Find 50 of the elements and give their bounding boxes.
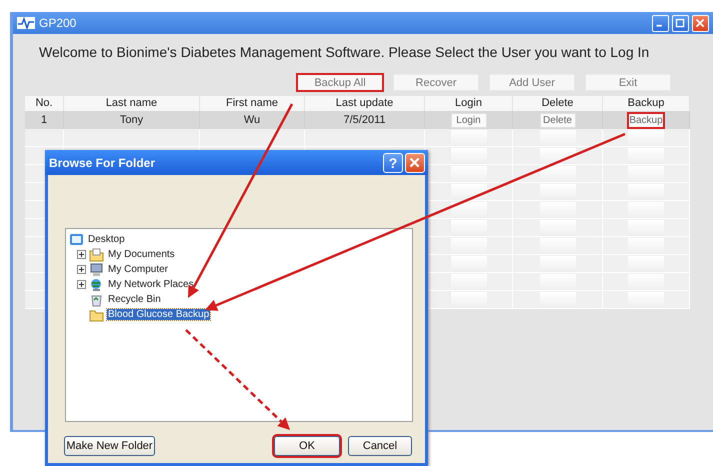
toolbar-button[interactable]: Backup All	[297, 74, 383, 91]
toolbar-button[interactable]: Recover	[393, 74, 479, 91]
row-button[interactable]: Delete	[540, 112, 576, 128]
table-cell: 1	[25, 111, 64, 129]
maximize-button[interactable]	[672, 14, 689, 32]
dialog-button[interactable]: OK	[274, 436, 340, 456]
app-icon	[17, 17, 35, 29]
table-cell: Tony	[64, 111, 200, 129]
welcome-text: Welcome to Bionime's Diabetes Management Software. Please Select the User you want to Log In	[39, 44, 650, 62]
expand-icon[interactable]	[77, 250, 86, 259]
blank-button[interactable]	[450, 184, 486, 199]
expand-icon[interactable]	[77, 265, 86, 274]
toolbar-button[interactable]: Exit	[585, 74, 671, 91]
table-cell	[25, 129, 64, 147]
recycle-bin-icon	[89, 292, 104, 306]
column-header: Backup	[603, 96, 690, 111]
window-title: GP200	[39, 16, 76, 30]
tree-item[interactable]: My Computer	[107, 264, 170, 275]
close-button[interactable]	[405, 152, 425, 172]
table-cell: Wu	[200, 111, 305, 129]
dialog-title: Browse For Folder	[49, 156, 156, 170]
minimize-button[interactable]	[652, 14, 669, 32]
table-cell: 7/5/2011	[305, 111, 425, 129]
dialog-button[interactable]: Cancel	[348, 436, 412, 456]
tree-item[interactable]: My Network Places	[107, 279, 195, 290]
column-header: Login	[425, 96, 513, 111]
tree-item[interactable]: Desktop	[87, 234, 126, 245]
documents-folder-icon	[89, 248, 104, 262]
toolbar-button[interactable]: Add User	[489, 74, 575, 91]
column-header: First name	[200, 96, 305, 111]
blank-button[interactable]	[540, 166, 576, 181]
network-globe-icon	[89, 278, 104, 292]
row-button[interactable]: Backup	[628, 112, 664, 128]
help-button[interactable]: ?	[383, 152, 403, 172]
tree-item[interactable]: Blood Glucose Backup	[107, 309, 210, 320]
row-button[interactable]: Login	[450, 112, 486, 128]
close-button[interactable]	[692, 14, 709, 32]
folder-icon	[89, 308, 104, 322]
dialog-button[interactable]: Make New Folder	[64, 436, 155, 456]
blank-button[interactable]	[540, 148, 576, 163]
column-header: Last name	[64, 96, 200, 111]
tree-item[interactable]: Recycle Bin	[107, 294, 162, 305]
desktop-icon	[69, 232, 84, 246]
column-header: No.	[25, 96, 64, 111]
column-header: Delete	[513, 96, 603, 111]
blank-button[interactable]	[450, 202, 486, 217]
expand-icon[interactable]	[77, 280, 86, 289]
tree-item[interactable]: My Documents	[107, 249, 176, 260]
computer-icon	[89, 262, 104, 276]
column-header: Last update	[305, 96, 425, 111]
